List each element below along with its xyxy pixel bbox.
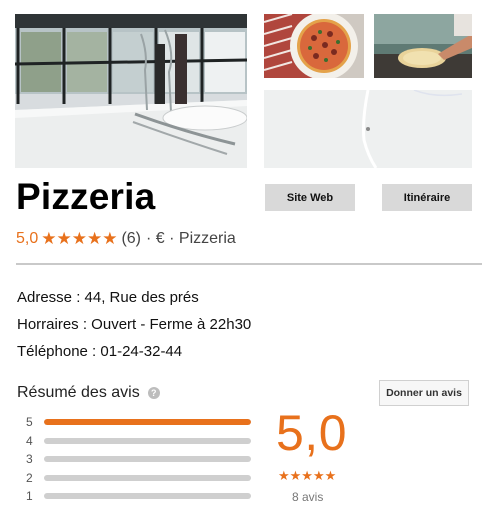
place-title: Pizzeria: [16, 176, 156, 217]
rating-stars-icon: ★★★★★: [41, 229, 118, 248]
hours-text: Horraires : Ouvert - Ferme à 22h30: [17, 316, 252, 333]
rating-row-label: 5: [26, 415, 33, 429]
rating-row-5: 5: [26, 415, 251, 429]
divider: [16, 263, 482, 265]
rating-bar-track: [44, 419, 251, 425]
rating-row-1: 1: [26, 489, 251, 503]
chef-photo[interactable]: [374, 14, 472, 78]
rating-bar-track: [44, 437, 251, 444]
reviews-heading-label: Résumé des avis: [17, 384, 140, 401]
score-stars-icon: ★★★★★: [278, 468, 337, 483]
rating-value: 5,0: [16, 230, 39, 247]
restaurant-interior-photo[interactable]: [15, 14, 247, 168]
rating-row-label: 1: [26, 489, 33, 503]
overall-score: 5,0: [276, 405, 348, 461]
rating-row-3: 3: [26, 452, 251, 466]
rating-bar-fill: [44, 419, 251, 425]
rating-row-label: 4: [26, 433, 33, 448]
review-count[interactable]: 8 avis: [292, 490, 323, 504]
rating-summary[interactable]: 5,0 ★★★★★ (6) · € · Pizzeria: [16, 229, 236, 249]
write-review-button[interactable]: Donner un avis: [379, 380, 469, 406]
rating-bar-track: [44, 474, 251, 481]
pizza-photo[interactable]: [264, 14, 364, 78]
rating-row-label: 2: [26, 470, 33, 485]
rating-row-label: 3: [26, 452, 33, 466]
rating-bar-track: [44, 493, 251, 499]
price-category: · € · Pizzeria: [146, 230, 236, 247]
question-icon[interactable]: ?: [147, 387, 160, 399]
directions-button[interactable]: Itinéraire: [382, 184, 472, 211]
rating-bar-track: [44, 456, 251, 462]
website-button[interactable]: Site Web: [265, 184, 355, 211]
rating-row-2: 2: [26, 470, 251, 485]
phone-text: Téléphone : 01-24-32-44: [17, 343, 183, 360]
address-text: Adresse : 44, Rue des prés: [17, 289, 199, 306]
reviews-heading: Résumé des avis ?: [17, 384, 160, 402]
map[interactable]: [264, 90, 472, 168]
rating-row-4: 4: [26, 433, 251, 448]
review-count-link[interactable]: (6): [121, 230, 141, 248]
